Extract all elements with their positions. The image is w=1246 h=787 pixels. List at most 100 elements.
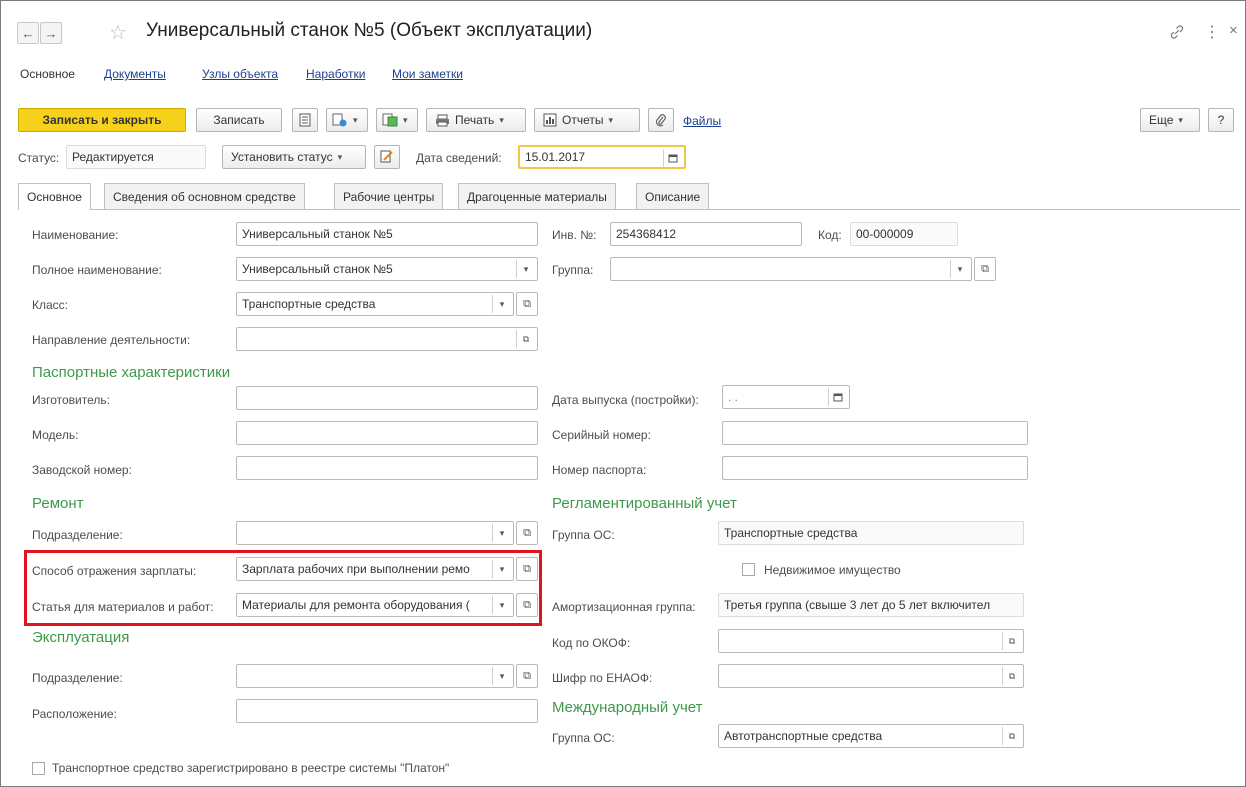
- date-label: Дата сведений:: [416, 151, 502, 165]
- passport-title: Паспортные характеристики: [32, 364, 231, 381]
- real-estate-label: Недвижимое имущество: [764, 563, 901, 577]
- tab-main[interactable]: Основное: [18, 183, 91, 210]
- documents-green-icon: [382, 113, 398, 127]
- amortization-group-field: Третья группа (свыше 3 лет до 5 лет вклю…: [718, 593, 1024, 617]
- tab-divider: [18, 209, 1240, 210]
- enaof-label: Шифр по ЕНАОФ:: [552, 671, 653, 685]
- code-label: Код:: [818, 228, 842, 242]
- full-name-input[interactable]: Универсальный станок №5 ▾: [236, 257, 538, 281]
- open-icon[interactable]: ⧉: [516, 292, 538, 316]
- materials-item-value: Материалы для ремонта оборудования (: [242, 598, 470, 612]
- dropdown-arrow-icon[interactable]: ▾: [950, 260, 969, 278]
- back-button[interactable]: ←: [17, 22, 39, 44]
- calendar-icon[interactable]: [828, 388, 847, 406]
- okof-input[interactable]: ⧉: [718, 629, 1024, 653]
- open-icon[interactable]: ⧉: [1002, 667, 1021, 685]
- reports-button[interactable]: Отчеты ▾: [534, 108, 640, 132]
- calendar-icon[interactable]: [663, 149, 682, 167]
- manufacturer-label: Изготовитель:: [32, 393, 110, 407]
- open-icon[interactable]: ⧉: [516, 593, 538, 617]
- open-icon[interactable]: ⧉: [1002, 632, 1021, 650]
- save-close-button[interactable]: Записать и закрыть: [18, 108, 186, 132]
- activity-label: Направление деятельности:: [32, 333, 191, 347]
- exploitation-division-input[interactable]: ▾: [236, 664, 514, 688]
- os-group-field: Транспортные средства: [718, 521, 1024, 545]
- dropdown-arrow-icon[interactable]: ▾: [516, 260, 535, 278]
- manufacturer-input[interactable]: [236, 386, 538, 410]
- attachment-button[interactable]: [648, 108, 674, 132]
- date-field[interactable]: 15.01.2017: [518, 145, 686, 169]
- close-icon[interactable]: ×: [1229, 22, 1238, 39]
- date-value: 15.01.2017: [525, 150, 586, 164]
- release-date-input[interactable]: . .: [722, 385, 850, 409]
- exploitation-division-label: Подразделение:: [32, 671, 123, 685]
- section-documents[interactable]: Документы: [104, 67, 166, 81]
- class-value: Транспортные средства: [242, 297, 376, 311]
- tab-precious-materials[interactable]: Драгоценные материалы: [458, 183, 616, 209]
- platon-checkbox[interactable]: [32, 762, 45, 775]
- report-icon: [543, 113, 557, 127]
- save-button[interactable]: Записать: [196, 108, 282, 132]
- more-button[interactable]: Еще ▾: [1140, 108, 1200, 132]
- group-input[interactable]: ▾: [610, 257, 972, 281]
- tab-description[interactable]: Описание: [636, 183, 710, 209]
- dropdown-arrow-icon[interactable]: ▾: [492, 596, 511, 614]
- status-label: Статус:: [18, 151, 60, 165]
- open-icon[interactable]: ⧉: [516, 557, 538, 581]
- page-title: Универсальный станок №5 (Объект эксплуат…: [146, 20, 593, 41]
- intl-os-group-input[interactable]: Автотранспортные средства ⧉: [718, 724, 1024, 748]
- section-operating-time[interactable]: Наработки: [306, 67, 365, 81]
- section-nodes[interactable]: Узлы объекта: [202, 67, 278, 81]
- dropdown-arrow-icon[interactable]: ▾: [492, 560, 511, 578]
- dropdown-arrow-icon[interactable]: ▾: [492, 295, 511, 313]
- link-icon[interactable]: [1169, 24, 1185, 43]
- open-icon[interactable]: ⧉: [974, 257, 996, 281]
- full-name-value: Универсальный станок №5: [242, 262, 393, 276]
- open-icon[interactable]: ⧉: [516, 330, 535, 348]
- name-input[interactable]: Универсальный станок №5: [236, 222, 538, 246]
- os-group-label: Группа ОС:: [552, 528, 615, 542]
- factory-number-label: Заводской номер:: [32, 463, 132, 477]
- activity-input[interactable]: ⧉: [236, 327, 538, 351]
- dropdown-arrow-icon[interactable]: ▾: [492, 524, 511, 542]
- forward-icon: →: [44, 25, 58, 41]
- repair-title: Ремонт: [32, 495, 84, 512]
- location-input[interactable]: [236, 699, 538, 723]
- related-documents-button[interactable]: ▾: [376, 108, 418, 132]
- open-icon[interactable]: ⧉: [1002, 727, 1021, 745]
- repair-division-input[interactable]: ▾: [236, 521, 514, 545]
- list-icon[interactable]: [292, 108, 318, 132]
- open-icon[interactable]: ⧉: [516, 521, 538, 545]
- full-name-label: Полное наименование:: [32, 263, 162, 277]
- tab-fixed-asset-info[interactable]: Сведения об основном средстве: [104, 183, 305, 209]
- section-notes[interactable]: Мои заметки: [392, 67, 463, 81]
- code-field: 00-000009: [850, 222, 958, 246]
- enaof-input[interactable]: ⧉: [718, 664, 1024, 688]
- serial-number-input[interactable]: [722, 421, 1028, 445]
- class-input[interactable]: Транспортные средства ▾: [236, 292, 514, 316]
- exploitation-title: Эксплуатация: [32, 629, 130, 646]
- edit-status-button[interactable]: [374, 145, 400, 169]
- forward-button[interactable]: →: [40, 22, 62, 44]
- dropdown-arrow-icon[interactable]: ▾: [492, 667, 511, 685]
- salary-method-input[interactable]: Зарплата рабочих при выполнении ремо ▾: [236, 557, 514, 581]
- document-create-icon: [332, 113, 347, 127]
- create-based-on-button[interactable]: ▾: [326, 108, 368, 132]
- group-label: Группа:: [552, 263, 594, 277]
- passport-number-input[interactable]: [722, 456, 1028, 480]
- inv-input[interactable]: 254368412: [610, 222, 802, 246]
- print-button[interactable]: Печать ▾: [426, 108, 526, 132]
- favorite-star-icon[interactable]: ☆: [109, 20, 127, 45]
- section-main[interactable]: Основное: [20, 67, 75, 81]
- help-button[interactable]: ?: [1208, 108, 1234, 132]
- salary-method-value: Зарплата рабочих при выполнении ремо: [242, 562, 470, 576]
- set-status-button[interactable]: Установить статус ▾: [222, 145, 366, 169]
- model-input[interactable]: [236, 421, 538, 445]
- real-estate-checkbox[interactable]: [742, 563, 755, 576]
- factory-number-input[interactable]: [236, 456, 538, 480]
- files-link[interactable]: Файлы: [683, 114, 721, 128]
- open-icon[interactable]: ⧉: [516, 664, 538, 688]
- materials-item-input[interactable]: Материалы для ремонта оборудования ( ▾: [236, 593, 514, 617]
- tab-work-centers[interactable]: Рабочие центры: [334, 183, 444, 209]
- more-icon[interactable]: ⋮: [1204, 22, 1220, 42]
